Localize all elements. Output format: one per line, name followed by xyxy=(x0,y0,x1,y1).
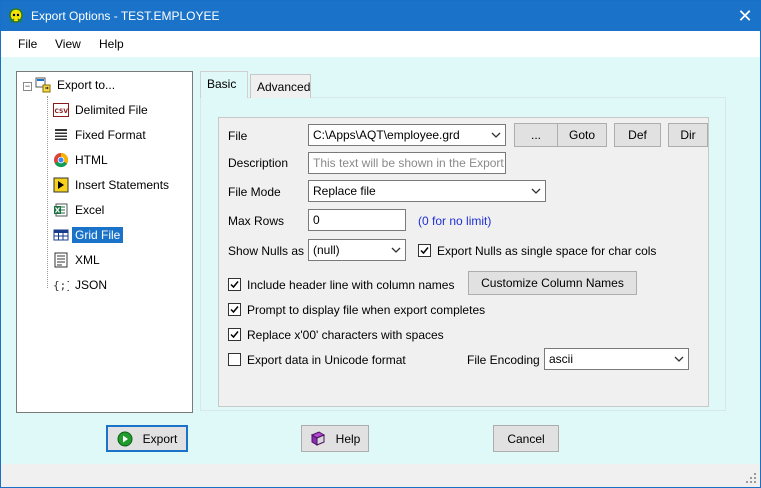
tree-item-fixed-format[interactable]: Fixed Format xyxy=(53,125,146,145)
json-icon: {;} xyxy=(53,279,69,292)
csv-icon: CSV xyxy=(53,103,69,117)
export-button[interactable]: Export xyxy=(106,425,188,452)
tree-item-delimited-file[interactable]: CSV Delimited File xyxy=(53,100,148,120)
collapse-icon[interactable]: − xyxy=(23,82,32,91)
fixed-format-icon xyxy=(55,129,67,140)
file-encoding-label: File Encoding xyxy=(467,353,540,367)
tree-item-label: JSON xyxy=(75,278,108,292)
aqt-app-icon xyxy=(9,8,23,23)
xml-icon xyxy=(54,252,68,268)
browse-button[interactable]: ... xyxy=(514,123,558,147)
description-label: Description xyxy=(228,156,289,170)
show-nulls-select[interactable]: (null) xyxy=(308,239,406,261)
file-encoding-select[interactable]: ascii xyxy=(544,348,689,370)
tree-item-insert-statements[interactable]: Insert Statements xyxy=(53,175,169,195)
tree-item-label-selected: Grid File xyxy=(72,227,124,243)
cancel-button[interactable]: Cancel xyxy=(493,425,559,452)
excel-icon xyxy=(54,203,68,217)
goto-button[interactable]: Goto xyxy=(557,123,607,147)
checkmark-icon xyxy=(230,331,239,339)
help-button[interactable]: Help xyxy=(301,425,369,452)
resize-grip-icon[interactable] xyxy=(745,472,757,484)
title-bar: Export Options - TEST.EMPLOYEE ✕ xyxy=(1,1,760,31)
chevron-down-icon xyxy=(391,247,401,253)
export-nulls-checkbox[interactable] xyxy=(418,244,431,257)
include-header-checkbox[interactable] xyxy=(228,278,241,291)
dir-button[interactable]: Dir xyxy=(668,123,708,147)
file-path-value: C:\Apps\AQT\employee.grd xyxy=(313,128,460,142)
menu-view[interactable]: View xyxy=(55,37,81,51)
file-mode-label: File Mode xyxy=(228,185,281,199)
checkmark-icon xyxy=(420,247,429,255)
max-rows-input[interactable]: 0 xyxy=(308,209,406,231)
tree-line xyxy=(47,96,48,288)
show-nulls-value: (null) xyxy=(313,243,340,257)
replace-x00-checkbox[interactable] xyxy=(228,328,241,341)
tree-root-label: Export to... xyxy=(57,78,116,92)
file-path-combo[interactable]: C:\Apps\AQT\employee.grd xyxy=(308,124,506,146)
max-rows-label: Max Rows xyxy=(228,214,285,228)
include-header-label: Include header line with column names xyxy=(247,278,455,292)
def-button[interactable]: Def xyxy=(614,123,661,147)
export-button-label: Export xyxy=(142,431,178,446)
tab-basic[interactable]: Basic xyxy=(200,71,248,98)
checkmark-icon xyxy=(230,281,239,289)
unicode-checkbox[interactable] xyxy=(228,353,241,366)
cancel-button-label: Cancel xyxy=(507,431,545,446)
file-mode-value: Replace file xyxy=(313,184,376,198)
chrome-icon xyxy=(54,152,69,168)
tree-item-grid-file[interactable]: Grid File xyxy=(53,225,124,245)
tree-item-label: Fixed Format xyxy=(75,128,146,142)
insert-statements-icon xyxy=(53,177,69,193)
export-nulls-label: Export Nulls as single space for char co… xyxy=(437,244,657,258)
unicode-label: Export data in Unicode format xyxy=(247,353,406,367)
svg-text:{;}: {;} xyxy=(53,279,69,292)
replace-x00-label: Replace x'00' characters with spaces xyxy=(247,328,444,342)
chevron-down-icon xyxy=(491,132,501,138)
prompt-display-label: Prompt to display file when export compl… xyxy=(247,303,486,317)
prompt-display-checkbox[interactable] xyxy=(228,303,241,316)
file-encoding-value: ascii xyxy=(549,352,574,366)
tree-item-json[interactable]: {;} JSON xyxy=(53,275,107,295)
checkmark-icon xyxy=(230,306,239,314)
menu-file[interactable]: File xyxy=(18,37,37,51)
status-bar xyxy=(1,464,760,487)
tree-item-label: Delimited File xyxy=(75,103,148,117)
svg-text:CSV: CSV xyxy=(55,108,69,115)
description-input[interactable]: This text will be shown in the Export xyxy=(308,152,506,174)
tree-item-excel[interactable]: Excel xyxy=(53,200,104,220)
file-label: File xyxy=(228,129,248,143)
help-button-label: Help xyxy=(335,431,361,446)
chevron-down-icon xyxy=(674,356,684,362)
export-icon xyxy=(35,77,51,93)
export-type-tree[interactable]: − Export to... CSV Delimited File Fixed … xyxy=(16,71,193,413)
menu-help[interactable]: Help xyxy=(99,37,124,51)
dialog-content: − Export to... CSV Delimited File Fixed … xyxy=(1,57,760,464)
max-rows-hint: (0 for no limit) xyxy=(418,214,492,228)
window-title: Export Options - TEST.EMPLOYEE xyxy=(31,9,220,23)
chevron-down-icon xyxy=(531,188,541,194)
show-nulls-label: Show Nulls as xyxy=(228,244,305,258)
menu-bar: File View Help xyxy=(1,31,760,57)
file-mode-select[interactable]: Replace file xyxy=(308,180,546,202)
customize-column-names-button[interactable]: Customize Column Names xyxy=(468,271,637,295)
export-options-window: Export Options - TEST.EMPLOYEE ✕ File Vi… xyxy=(0,0,761,488)
tab-advanced[interactable]: Advanced xyxy=(250,74,311,98)
help-book-icon xyxy=(310,430,325,446)
grid-icon xyxy=(53,229,69,241)
go-arrow-icon xyxy=(117,431,133,446)
tree-item-label: Excel xyxy=(75,203,105,217)
tree-root-export-to[interactable]: Export to... xyxy=(35,75,115,95)
tree-item-label: Insert Statements xyxy=(75,178,170,192)
tree-item-label: XML xyxy=(75,253,100,267)
tree-item-xml[interactable]: XML xyxy=(53,250,100,270)
close-icon[interactable]: ✕ xyxy=(730,1,760,31)
tree-item-html[interactable]: HTML xyxy=(53,150,108,170)
tree-item-label: HTML xyxy=(75,153,108,167)
